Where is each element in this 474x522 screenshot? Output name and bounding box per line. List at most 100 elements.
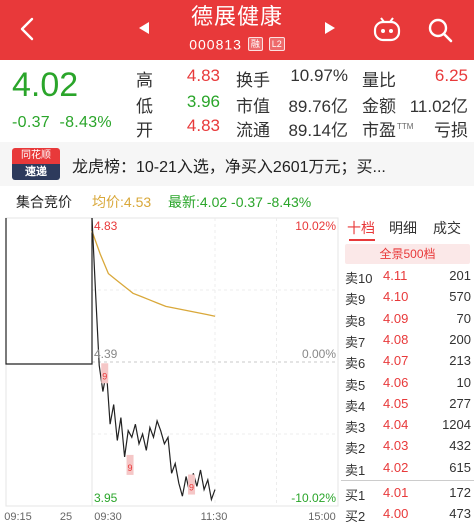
stat-open-label: 开 [136,121,153,140]
level-volume: 10 [456,374,471,390]
tab-ten-levels[interactable]: 十档 [347,218,375,238]
level-price: 4.07 [383,353,409,369]
level-price: 4.10 [383,289,409,305]
ask-row[interactable]: 卖8 4.09 70 [341,309,474,330]
ask-row[interactable]: 卖10 4.11 201 [341,266,474,287]
chat-button[interactable] [372,16,402,44]
ths-news-logo: 同花顺 速递 [12,148,60,180]
price-change: -0.37 -8.43% [12,114,112,132]
level-volume: 201 [449,268,471,283]
pct-label-top: 10.02% [295,219,336,233]
level-volume: 277 [449,395,471,411]
level-volume: 570 [449,289,471,305]
level-price: 4.02 [383,459,409,475]
latest-price-label: 最新:4.02 -0.37 -8.43% [168,194,312,210]
tab-detail[interactable]: 明细 [389,218,417,238]
avg-price-label: 均价:4.53 [92,194,152,210]
time-label: 09:30 [94,511,122,522]
stat-low-label: 低 [136,97,153,116]
top-bar: 德展健康 000813 融 L2 [0,0,474,60]
ask-row[interactable]: 卖7 4.08 200 [341,330,474,351]
price-label-mid: 4.39 [94,347,118,361]
stat-pe-label-text: 市盈 [362,121,396,140]
price-label-bottom: 3.95 [94,491,118,505]
level-label: 卖3 [345,420,366,436]
level-price: 4.11 [383,268,408,283]
news-logo-bottom: 速递 [12,164,60,180]
level-label: 买1 [345,488,366,503]
level-price: 4.06 [383,374,409,390]
stat-high-label: 高 [136,71,153,90]
auction-label[interactable]: 集合竞价 [16,192,72,212]
ask-row[interactable]: 卖1 4.02 615 [341,458,474,479]
level-price: 4.01 [383,485,409,500]
stat-amount-value: 11.02亿 [409,97,468,116]
search-icon [428,18,453,43]
order-book: 十档 明细 成交 全景500档 卖10 4.11 201 卖9 4.10 570 卖8 4.0… [341,212,474,522]
level-volume: 432 [449,438,471,454]
signal-marker-label: 9 [102,371,107,381]
stat-turnover-label: 换手 [236,71,270,90]
tab-trades[interactable]: 成交 [433,218,461,238]
stat-pe-value: 亏损 [434,121,468,140]
level-label: 买2 [345,509,366,522]
stat-amount-label: 金额 [362,97,396,116]
avg-price-line [91,230,216,317]
level-volume: 213 [449,353,471,369]
level-label: 卖8 [345,313,366,329]
stock-name: 德展健康 [190,5,283,30]
price-label-top: 4.83 [94,219,118,233]
level2-tag: L2 [268,37,285,52]
stat-low-value: 3.96 [186,92,220,111]
level-volume: 70 [456,310,471,326]
level-price: 4.08 [383,331,409,347]
chat-bubble-icon [373,17,401,42]
stat-turnover-value: 10.97% [290,66,348,85]
order-book-tabs: 十档 明细 成交 [341,212,474,242]
news-logo-top: 同花顺 [12,148,60,164]
ask-row[interactable]: 卖5 4.06 10 [341,373,474,394]
bid-row[interactable]: 买2 4.00 473 [341,504,474,522]
chart-header: 集合竞价 均价:4.53 最新:4.02 -0.37 -8.43% [0,186,474,214]
stock-code: 000813 [189,36,242,53]
level-volume: 473 [449,506,471,522]
bid-row[interactable]: 买1 4.01 172 [341,483,474,504]
full-500-levels-button[interactable]: 全景500档 [345,244,470,264]
ask-row[interactable]: 卖2 4.03 432 [341,436,474,457]
stat-float-label: 流通 [236,121,270,140]
stat-high-value: 4.83 [186,66,220,85]
signal-marker-label: 9 [128,463,133,473]
level-volume: 1204 [442,417,471,433]
level-price: 4.03 [383,438,409,454]
intraday-chart[interactable]: 9 9 9 4.83 4.39 3.95 10.02% 0.00% -10.02% 09:15 25… [0,212,340,522]
level-label: 卖7 [345,334,366,350]
ask-row[interactable]: 卖9 4.10 570 [341,287,474,308]
stock-code-line: 000813 融 L2 [0,34,474,53]
stat-market-cap-label: 市值 [236,97,270,116]
ask-bid-divider [341,480,474,481]
time-label: 09:15 [4,511,32,522]
intraday-chart-svg: 9 9 9 4.83 4.39 3.95 10.02% 0.00% -10.02% 09:15 25… [4,217,339,522]
auction-line [5,218,93,365]
time-label: 25 [60,511,72,522]
ask-row[interactable]: 卖4 4.05 277 [341,394,474,415]
stat-pe-label: 市盈TTM [362,116,413,141]
stat-volume-ratio-label: 量比 [362,71,396,90]
level-volume: 200 [449,331,471,347]
level-label: 卖1 [345,462,366,478]
stat-volume-ratio-value: 6.25 [434,66,468,85]
stock-title-block: 德展健康 000813 融 L2 [0,4,474,53]
level-price: 4.00 [383,506,409,522]
level-label: 卖2 [345,441,366,457]
level-label: 卖4 [345,398,366,414]
time-label: 15:00 [308,511,336,522]
stat-float-value: 89.14亿 [288,121,348,140]
search-button[interactable] [426,16,454,44]
news-ticker[interactable]: 同花顺 速递 龙虎榜：10-21入选，净买入2601万元；买... [0,142,474,186]
level-price: 4.05 [383,395,409,411]
current-price: 4.02 [12,66,79,104]
margin-tag: 融 [247,37,263,52]
ask-row[interactable]: 卖6 4.07 213 [341,351,474,372]
ask-row[interactable]: 卖3 4.04 1204 [341,415,474,436]
level-volume: 615 [449,459,471,475]
